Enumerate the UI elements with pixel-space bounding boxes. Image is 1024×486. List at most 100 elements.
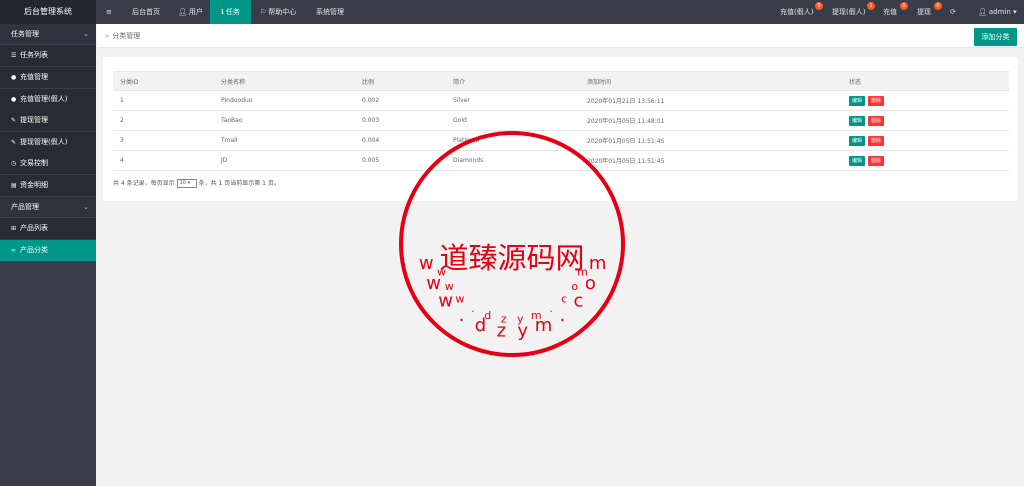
stamp-ring-char: w xyxy=(419,253,434,274)
notification-badge: 0 xyxy=(815,2,823,10)
pager-suffix: 条，共 1 页当前显示第 1 页。 xyxy=(198,180,280,187)
column-header: 简介 xyxy=(446,71,580,91)
column-header: 分类ID xyxy=(113,71,214,91)
nav-recharge-fake[interactable]: 充值(假人) xyxy=(780,0,813,24)
sidebar-item-recharge[interactable]: ● 充值管理 xyxy=(0,67,96,88)
cell-actions: 编辑 删除 xyxy=(842,130,1009,151)
stamp-ring-char: z xyxy=(501,313,507,326)
column-header: 添加时间 xyxy=(580,71,842,91)
cell-id: 4 xyxy=(113,150,214,171)
sidebar-item-recharge-fake[interactable]: ● 充值管理(假人) xyxy=(0,89,96,110)
sidebar-item-product-list[interactable]: ⊞ 产品列表 xyxy=(0,218,96,239)
table-row: 2 TaoBao 0.003 Gold 2020年01月05日 11:48:01… xyxy=(113,110,1009,131)
menu-toggle-icon[interactable]: ≡ xyxy=(106,0,112,24)
nav-withdraw[interactable]: 提现 xyxy=(917,0,931,24)
stamp-ring-char: c xyxy=(561,292,567,305)
table-row: 1 Pinduoduo 0.002 Silver 2020年01月21日 13:… xyxy=(113,90,1009,111)
column-header: 状态 xyxy=(842,71,1009,91)
sidebar-item-withdraw[interactable]: ✎ 提现管理 xyxy=(0,110,96,131)
stamp-ring-char: w xyxy=(455,292,464,305)
stamp-ring-char: . xyxy=(549,302,553,315)
cell-ratio: 0.002 xyxy=(355,90,446,111)
chevron-down-icon: ⌄ xyxy=(83,203,89,211)
column-header: 比例 xyxy=(355,71,446,91)
watermark-stamp: 道臻源码网 www. d z y m .com www.d z y m.com xyxy=(399,131,625,357)
sidebar-item-funds[interactable]: ▤ 资金明细 xyxy=(0,175,96,196)
wrench-icon: ✎ xyxy=(11,117,17,124)
doc-icon: ▤ xyxy=(11,182,17,189)
refresh-icon[interactable]: ⟳ xyxy=(950,0,956,24)
nav-help[interactable]: ⚐ 帮助中心 xyxy=(260,0,296,24)
add-category-button[interactable]: 添加分类 xyxy=(974,28,1017,46)
sidebar-group-products[interactable]: 产品管理 ⌄ xyxy=(0,197,96,217)
stamp-ring-char: d xyxy=(484,309,491,322)
stamp-ring-char: y xyxy=(517,313,524,326)
cell-desc: Silver xyxy=(446,90,580,111)
user-icon: 👤︎ xyxy=(978,8,987,16)
stamp-ring-char: w xyxy=(437,266,446,279)
pager-prefix: 共 4 条记录，每页显示 xyxy=(113,180,175,187)
link-icon: ∞ xyxy=(11,247,16,254)
stamp-ring-char: w xyxy=(445,280,454,293)
clock-icon: ◷ xyxy=(11,160,17,167)
pagination-info: 共 4 条记录，每页显示 10 ▾ 条，共 1 页当前显示第 1 页。 xyxy=(113,178,280,188)
sidebar-item-task-list[interactable]: ☰ 任务列表 xyxy=(0,45,96,66)
stamp-ring-char: c xyxy=(573,291,583,312)
stamp-ring-char: . xyxy=(560,305,566,326)
cell-name: TaoBao xyxy=(214,110,355,131)
delete-button[interactable]: 删除 xyxy=(868,135,885,146)
cart-icon: ⊞ xyxy=(11,225,17,232)
stamp-ring-char: m xyxy=(577,266,588,279)
notification-badge: 1 xyxy=(867,2,875,10)
chat-icon: ● xyxy=(11,74,17,81)
notification-badge: 0 xyxy=(900,2,908,10)
flag-icon: ⚐ xyxy=(260,8,267,16)
cell-name: Pinduoduo xyxy=(214,90,355,111)
user-icon: 👤︎ xyxy=(178,8,187,16)
delete-button[interactable]: 删除 xyxy=(868,95,885,106)
sidebar: 任务管理 ⌄ ☰ 任务列表 ● 充值管理 ● 充值管理(假人) ✎ 提现管理 ✎ 提现管理(… xyxy=(0,24,96,486)
stamp-ring-char: w xyxy=(438,291,453,312)
sidebar-group-tasks[interactable]: 任务管理 ⌄ xyxy=(0,24,96,44)
sidebar-item-withdraw-fake[interactable]: ✎ 提现管理(假人) xyxy=(0,132,96,153)
cell-name: JD xyxy=(214,150,355,171)
nav-home[interactable]: 后台首页 xyxy=(132,0,160,24)
cell-time: 2020年01月05日 11:48:01 xyxy=(580,110,842,131)
stamp-ring-char: m xyxy=(589,253,607,274)
sidebar-item-product-category[interactable]: ∞ 产品分类 xyxy=(0,240,96,261)
notification-badge: 0 xyxy=(934,2,942,10)
app-title: 后台管理系统 xyxy=(0,0,96,24)
nav-withdraw-fake[interactable]: 提现(假人) xyxy=(832,0,865,24)
edit-button[interactable]: 编辑 xyxy=(849,115,866,126)
breadcrumb: » 分类管理 xyxy=(105,32,141,40)
chevron-down-icon: ⌄ xyxy=(83,30,89,38)
task-icon: ℹ xyxy=(221,8,224,16)
column-header: 分类名称 xyxy=(214,71,355,91)
edit-button[interactable]: 编辑 xyxy=(849,95,866,106)
edit-button[interactable]: 编辑 xyxy=(849,135,866,146)
delete-button[interactable]: 删除 xyxy=(868,155,885,166)
sidebar-item-trade-control[interactable]: ◷ 交易控制 xyxy=(0,153,96,174)
nav-users[interactable]: 👤︎ 用户 xyxy=(178,0,203,24)
nav-tasks[interactable]: ℹ 任务 xyxy=(210,0,251,24)
user-menu[interactable]: 👤︎ admin ▾ xyxy=(978,0,1017,24)
edit-button[interactable]: 编辑 xyxy=(849,155,866,166)
nav-system[interactable]: 系统管理 xyxy=(316,0,344,24)
stamp-ring-char: . xyxy=(471,302,475,315)
cell-name: Tmall xyxy=(214,130,355,151)
page-size-select[interactable]: 10 ▾ xyxy=(176,179,197,188)
cell-id: 3 xyxy=(113,130,214,151)
stamp-ring-char: o xyxy=(571,280,578,293)
top-navbar: 后台管理系统 ≡ 后台首页 👤︎ 用户 ℹ 任务 ⚐ 帮助中心 系统管理 充值(假人)… xyxy=(0,0,1024,24)
wrench-icon: ✎ xyxy=(11,139,17,146)
cell-actions: 编辑 删除 xyxy=(842,90,1009,111)
cell-desc: Gold xyxy=(446,110,580,131)
cell-ratio: 0.003 xyxy=(355,110,446,131)
cell-id: 2 xyxy=(113,110,214,131)
stamp-center-text: 道臻源码网 xyxy=(439,241,584,275)
stamp-ring-char: . xyxy=(459,305,465,326)
cell-id: 1 xyxy=(113,90,214,111)
delete-button[interactable]: 删除 xyxy=(868,115,885,126)
nav-recharge[interactable]: 充值 xyxy=(883,0,897,24)
stamp-ring-char: m xyxy=(531,309,542,322)
